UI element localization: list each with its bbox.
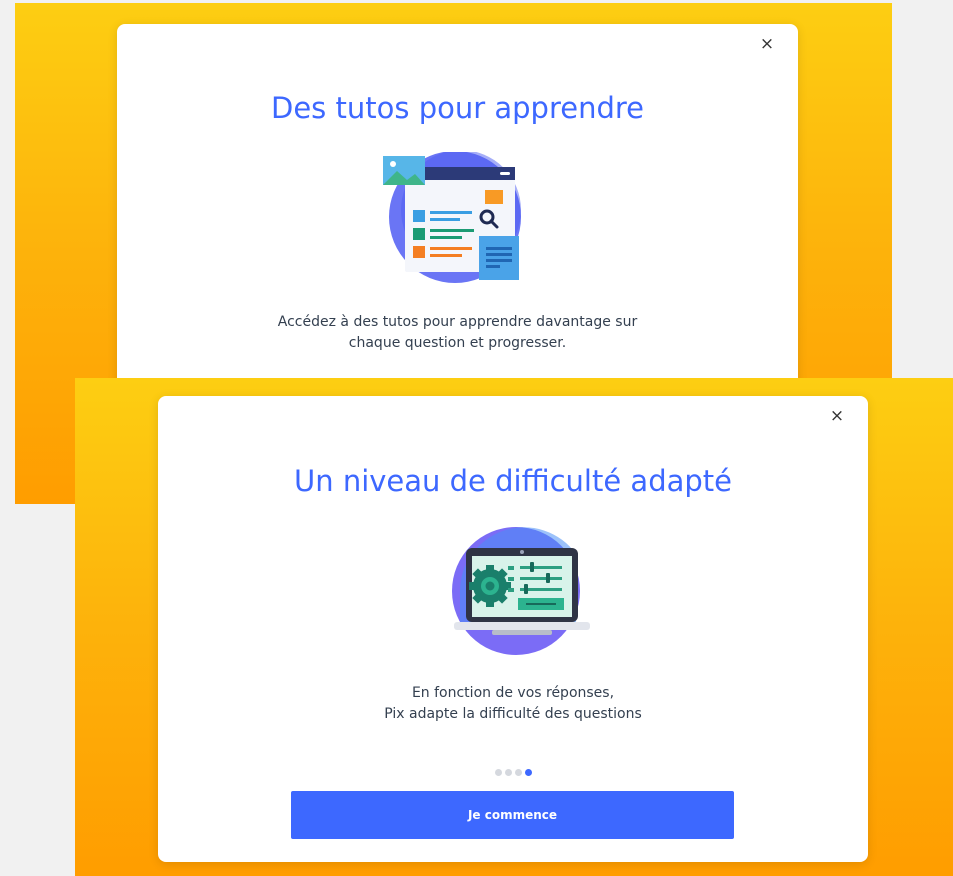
start-button[interactable]: Je commence xyxy=(291,791,734,839)
pagination-dot-2[interactable] xyxy=(504,769,512,776)
close-icon[interactable]: × xyxy=(758,35,776,53)
modal-description: En fonction de vos réponses, Pix adapte … xyxy=(158,683,868,725)
description-line: chaque question et progresser. xyxy=(348,335,567,351)
pagination-dot-3[interactable] xyxy=(514,769,522,776)
pagination-dot-1[interactable] xyxy=(494,769,502,776)
tutorial-search-illustration-icon xyxy=(382,152,521,283)
description-line: En fonction de vos réponses, xyxy=(411,685,615,701)
modal-title: Un niveau de difficulté adapté xyxy=(294,464,732,498)
pagination-dots xyxy=(158,769,868,776)
close-icon[interactable]: × xyxy=(828,407,846,425)
description-line: Accédez à des tutos pour apprendre davan… xyxy=(277,314,638,330)
modal-description: Accédez à des tutos pour apprendre davan… xyxy=(117,312,798,354)
pagination-dot-4[interactable] xyxy=(524,769,532,776)
laptop-settings-illustration-icon xyxy=(452,527,590,655)
modal-title: Des tutos pour apprendre xyxy=(271,91,644,125)
tutorial-screen-front: × Un niveau de difficulté adapté En fonc… xyxy=(75,378,953,876)
description-line: Pix adapte la difficulté des questions xyxy=(384,706,642,722)
difficulty-modal: × Un niveau de difficulté adapté En fonc… xyxy=(158,396,868,862)
